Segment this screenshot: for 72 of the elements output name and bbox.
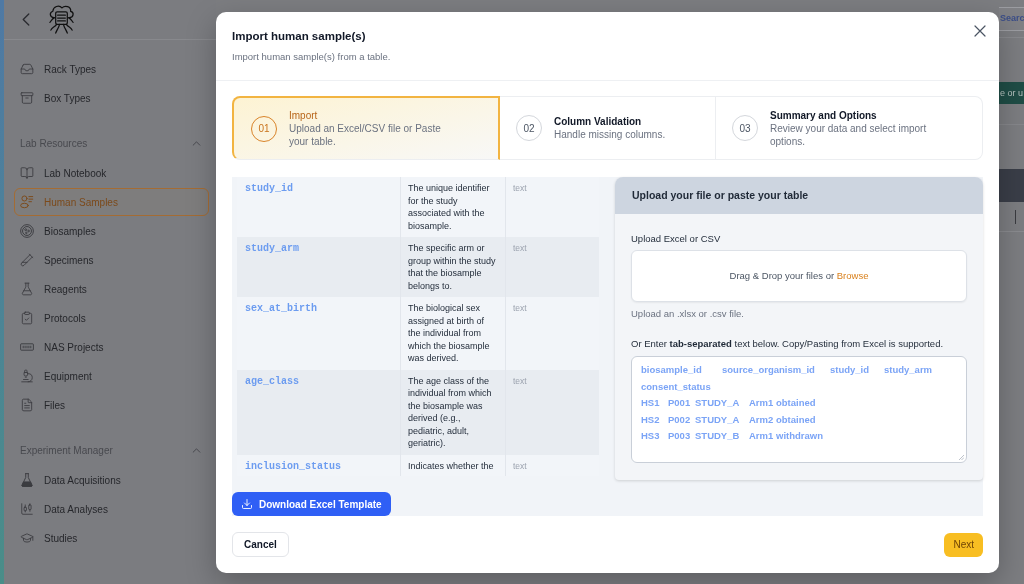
drive-icon [20,340,34,354]
sidebar-item[interactable]: Box Types [14,84,209,112]
step-tab[interactable]: 02 Column Validation Handle missing columns. [500,96,716,160]
field-name: study_arm [244,242,300,256]
sidebar-item[interactable]: Reagents [14,275,209,303]
sidebar-item[interactable]: Specimens [14,246,209,274]
upload-label: Upload Excel or CSV [631,232,721,246]
field-name: study_id [244,182,294,196]
cancel-button[interactable]: Cancel [232,532,289,557]
dropzone-text: Drag & Drop your files or Browse [729,268,869,283]
paste-textarea[interactable]: biosample_id source_organism_id study_id study_arm consent_status HS1 P001 STUDY_A Arm1 obtained HS2 P002 STUDY_A Arm2 obtained HS3 P003 STUDY_B Arm1 withdrawn [631,356,967,463]
browse-link[interactable]: Browse [836,269,869,281]
download-template-button[interactable]: Download Excel Template [232,492,391,516]
search-button[interactable]: Searc [999,7,1024,31]
field-type: text [505,454,599,476]
step-description: Review your data and select import options. [770,121,928,148]
field-name: age_class [244,374,300,389]
file-dropzone[interactable]: Drag & Drop your files or Browse [631,250,967,302]
sidebar-item[interactable]: Files [14,391,209,419]
resize-handle-icon[interactable] [959,455,964,460]
step-title: Column Validation [554,115,643,128]
table-header-bar [999,169,1024,202]
step-description: Handle missing columns. [554,128,667,141]
dialog-title: Import human sample(s) [232,29,366,44]
microscope-icon [20,369,34,383]
field-description: Indicates whether the [400,454,505,476]
step-description: Upload an Excel/CSV file or Paste your table. [289,122,442,148]
person-list-icon [20,195,34,209]
document-icon [20,398,34,412]
sidebar-item[interactable]: Studies [14,524,209,552]
close-button[interactable] [974,25,986,37]
panel-title: Upload your file or paste your table [632,187,809,203]
sidebar-item[interactable]: Rack Types [14,55,209,83]
logo-icon [47,4,76,35]
field-type: text [505,369,599,455]
chevron-left-icon [22,13,30,26]
step-tab[interactable]: 01 Import Upload an Excel/CSV file or Paste your table. [232,96,500,160]
tray-icon [20,62,34,76]
paste-instructions: Or Enter tab-separated text below. Copy/Pasting from Excel is supported. [631,337,944,351]
step-title: Summary and Options [770,108,878,122]
archive-box-icon [20,91,34,105]
sidebar-item[interactable]: Equipment [14,362,209,390]
sidebar-item[interactable]: Data Acquisitions [14,466,209,494]
petri-dish-icon [20,224,34,238]
field-name: inclusion_status [244,459,342,474]
close-icon [974,25,986,37]
step-tab[interactable]: 03 Summary and Options Review your data and select import options. [716,96,983,160]
candlestick-icon [20,502,34,516]
sidebar-item[interactable]: Protocols [14,304,209,332]
flask-icon [20,473,34,487]
next-button[interactable]: Next [944,532,983,557]
banner: e or u [999,82,1024,104]
back-button[interactable] [22,13,30,26]
sidebar-item[interactable]: Data Analyses [14,495,209,523]
field-type: text [505,297,599,370]
open-book-icon [20,166,34,180]
field-name: sex_at_birth [244,302,318,316]
download-icon [241,498,253,510]
upload-hint: Upload an .xlsx or .csv file. [631,307,744,321]
graduation-cap-icon [20,531,34,545]
field-description: The biological sex assigned at birth of the individual from which the biosample was derived. [400,297,505,370]
sidebar-item[interactable]: Biosamples [14,217,209,245]
flask-icon [20,282,34,296]
dialog-subtitle: Import human sample(s) from a table. [232,50,391,64]
step-title: Import [289,109,319,122]
field-description: The age class of the individual from which the biosample was derived (e.g., pediatric, adult, geriatric). [400,369,505,455]
sidebar-item[interactable]: Lab Notebook [14,159,209,187]
clipboard-check-icon [20,311,34,325]
chevron-up-icon[interactable] [192,447,201,453]
test-tube-icon [20,253,34,267]
chevron-up-icon[interactable] [192,140,201,146]
sidebar-item[interactable]: NAS Projects [14,333,209,361]
